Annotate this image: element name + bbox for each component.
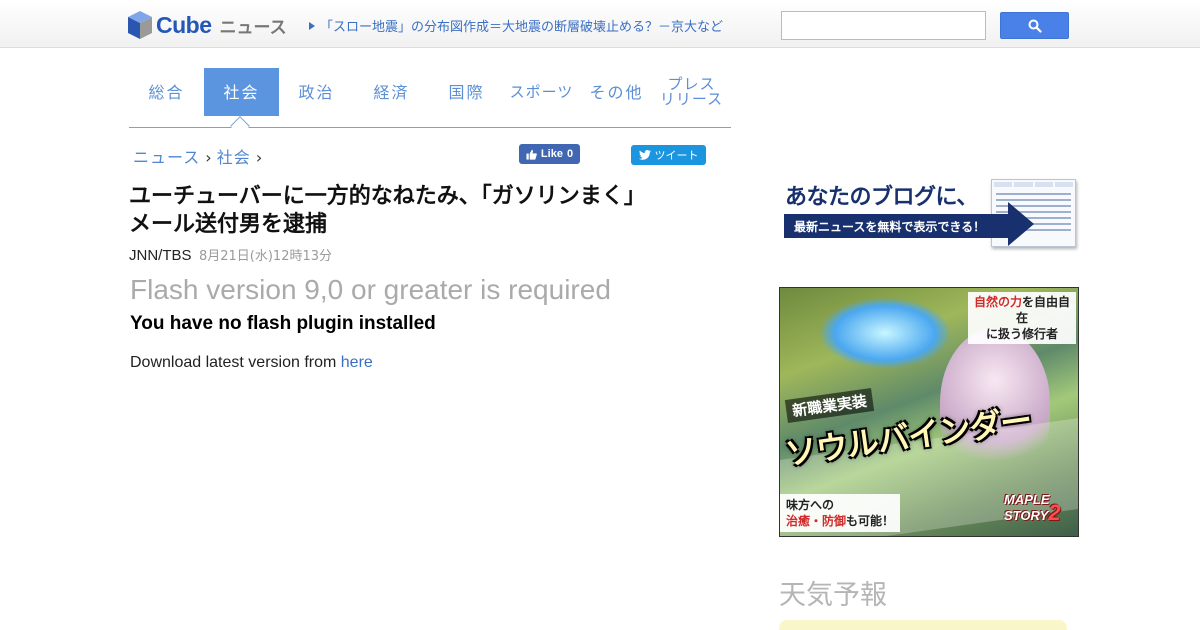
ad-bottom-highlight: 治癒・防御: [786, 514, 847, 528]
article-title-line2: メール送付男を逮捕: [129, 212, 328, 237]
like-label: Like: [540, 148, 563, 160]
tab-sougou[interactable]: 総合: [129, 68, 204, 116]
thumb-tab: [1054, 182, 1073, 187]
ad-bottom-line1: 味方への: [786, 498, 835, 512]
logo-number: 2: [1048, 500, 1061, 525]
flash-download-text: Download latest version from: [130, 354, 337, 371]
search-icon: [1028, 19, 1042, 33]
article-title: ユーチューバーに一方的なねたみ、「ガソリンまく」 メール送付男を逮捕: [129, 183, 739, 239]
breadcrumb: ニュース › 社会 ›: [133, 144, 262, 168]
breadcrumb-separator: ›: [255, 148, 263, 167]
game-advertisement[interactable]: 自然の力を自由自在 に扱う修行者 新職業実装 ソウルバインダー 味方への 治癒・…: [779, 287, 1079, 537]
ad-tagline-highlight: 自然の力: [973, 295, 1022, 309]
thumb-tab: [994, 182, 1013, 187]
article-source: JNN/TBS: [129, 247, 192, 264]
logo-word: Cube: [156, 11, 212, 38]
tweet-label: ツイート: [654, 149, 699, 162]
weather-widget[interactable]: [779, 620, 1067, 630]
ad-tagline: 自然の力を自由自在 に扱う修行者: [968, 292, 1076, 344]
breadcrumb-society[interactable]: 社会: [217, 148, 251, 167]
article-date: 8月21日(水)12時13分: [198, 249, 333, 264]
maplestory-logo: MAPLE STORY2: [1004, 492, 1061, 525]
tab-sports[interactable]: スポーツ: [504, 68, 579, 116]
news-ticker-link[interactable]: 「スロー地震」の分布図作成＝大地震の断層破壊止める？－京大など: [309, 16, 723, 35]
like-count: 0: [566, 148, 574, 160]
category-tabs: 総合 社会 政治 経済 国際 スポーツ その他 プレス リリース: [129, 68, 731, 136]
tab-press-line2: リリース: [659, 90, 724, 108]
tab-press-release[interactable]: プレス リリース: [654, 68, 729, 116]
tab-kokusai[interactable]: 国際: [429, 68, 504, 116]
search-input[interactable]: [781, 11, 986, 40]
top-header: Cube ニュース 「スロー地震」の分布図作成＝大地震の断層破壊止める？－京大な…: [0, 0, 1200, 48]
breadcrumb-news[interactable]: ニュース: [133, 148, 200, 167]
ticker-text: 「スロー地震」の分布図作成＝大地震の断層破壊止める？－京大など: [320, 20, 724, 35]
site-logo[interactable]: Cube ニュース: [127, 9, 287, 41]
tweet-button[interactable]: ツイート: [631, 145, 706, 165]
logo-subtitle: ニュース: [219, 17, 287, 38]
tab-shakai[interactable]: 社会: [204, 68, 279, 116]
thumb-tab: [1014, 182, 1033, 187]
blue-energy-illustration: [820, 298, 950, 368]
article-title-line1: ユーチューバーに一方的なねたみ、「ガソリンまく」: [129, 184, 646, 209]
tab-seiji[interactable]: 政治: [279, 68, 354, 116]
ad-tagline-text2: に扱う修行者: [985, 327, 1058, 341]
flash-not-installed-message: You have no flash plugin installed: [130, 313, 436, 334]
thumbs-up-icon: [526, 149, 537, 160]
flash-download-link[interactable]: here: [341, 354, 373, 371]
flash-required-message: Flash version 9,0 or greater is required: [130, 274, 611, 305]
article-meta: JNN/TBS 8月21日(水)12時13分: [129, 245, 332, 264]
tab-sonota[interactable]: その他: [579, 68, 654, 116]
thumb-line: [996, 199, 1071, 201]
weather-section-title: 天気予報: [779, 580, 887, 611]
logo-line2: STORY: [1004, 508, 1049, 523]
cube-logo-icon: [128, 11, 152, 39]
ad-tagline-text: を自由自在: [1015, 295, 1071, 325]
ad-bottom-rest: も可能！: [846, 514, 895, 528]
facebook-like-button[interactable]: Like 0: [519, 144, 580, 164]
flash-download-line: Download latest version from here: [130, 354, 373, 372]
blog-widget-banner[interactable]: あなたのブログに、 最新ニュースを無料で表示できる！: [782, 177, 1077, 249]
active-tab-indicator: [230, 116, 250, 136]
thumb-tab: [1034, 182, 1053, 187]
tab-keizai[interactable]: 経済: [354, 68, 429, 116]
twitter-bird-icon: [638, 150, 651, 160]
logo-line1: MAPLE: [1004, 492, 1050, 507]
breadcrumb-separator: ›: [205, 148, 212, 167]
search-button[interactable]: [1000, 12, 1069, 39]
blog-banner-tagline: 最新ニュースを無料で表示できる！: [784, 214, 1012, 238]
thumb-line: [996, 193, 1071, 195]
ad-bottom-caption: 味方への 治癒・防御も可能！: [780, 494, 901, 532]
blog-banner-headline: あなたのブログに、: [785, 185, 978, 210]
arrow-right-icon: [1008, 202, 1034, 246]
ticker-arrow-icon: [309, 22, 315, 30]
